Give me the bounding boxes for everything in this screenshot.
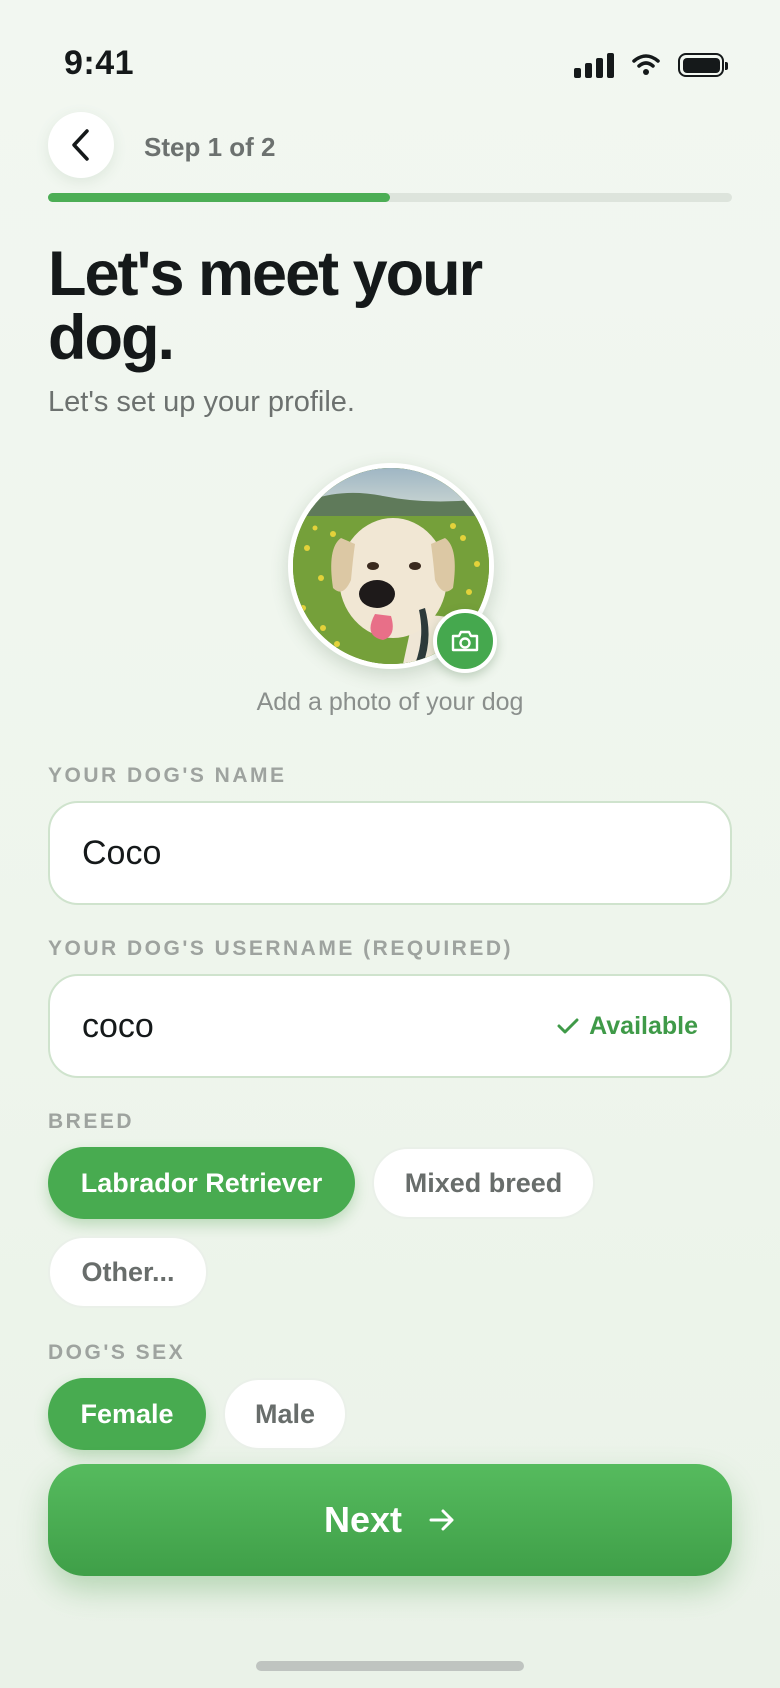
top-nav: Step 1 of 2 [48, 112, 732, 182]
progress-bar [48, 193, 732, 202]
next-button-label: Next [323, 1499, 403, 1540]
dog-photo-picker[interactable] [288, 463, 497, 673]
status-icons [574, 52, 728, 78]
page-title: Let's meet your dog. [48, 239, 483, 373]
dog-name-input[interactable]: Coco [48, 801, 732, 905]
signal-icon [574, 52, 614, 78]
username-field-label: YOUR DOG'S USERNAME (REQUIRED) [48, 937, 514, 960]
dog-username-value: coco [82, 1006, 154, 1045]
camera-button[interactable] [433, 609, 497, 673]
photo-caption: Add a photo of your dog [256, 688, 524, 716]
sex-option-male[interactable]: Male [223, 1378, 347, 1450]
home-indicator [256, 1661, 524, 1671]
wifi-icon [632, 54, 660, 75]
camera-icon [451, 630, 479, 652]
battery-icon [678, 53, 728, 77]
username-status-label: Available [589, 1011, 698, 1040]
status-bar: 9:41 [0, 0, 780, 120]
check-icon [557, 1018, 579, 1034]
status-time: 9:41 [64, 44, 135, 82]
breed-option-mixed-breed[interactable]: Mixed breed [372, 1147, 595, 1219]
username-status: Available [557, 1012, 698, 1041]
dog-username-input[interactable]: coco Available [48, 974, 732, 1078]
breed-option-labrador-retriever[interactable]: Labrador Retriever [48, 1147, 355, 1219]
breed-label: BREED [48, 1110, 135, 1133]
sex-label: DOG'S SEX [48, 1341, 186, 1364]
page-subtitle: Let's set up your profile. [48, 386, 355, 418]
sex-option-female[interactable]: Female [48, 1378, 206, 1450]
arrow-right-icon [429, 1509, 454, 1531]
progress-fill [48, 193, 390, 202]
breed-option-other[interactable]: Other... [48, 1236, 208, 1308]
step-label: Step 1 of 2 [144, 132, 276, 162]
name-field-label: YOUR DOG'S NAME [48, 764, 287, 787]
chevron-left-icon [72, 129, 89, 161]
back-button[interactable] [48, 112, 114, 178]
next-button[interactable]: Next [48, 1464, 732, 1576]
dog-name-value: Coco [82, 833, 162, 872]
